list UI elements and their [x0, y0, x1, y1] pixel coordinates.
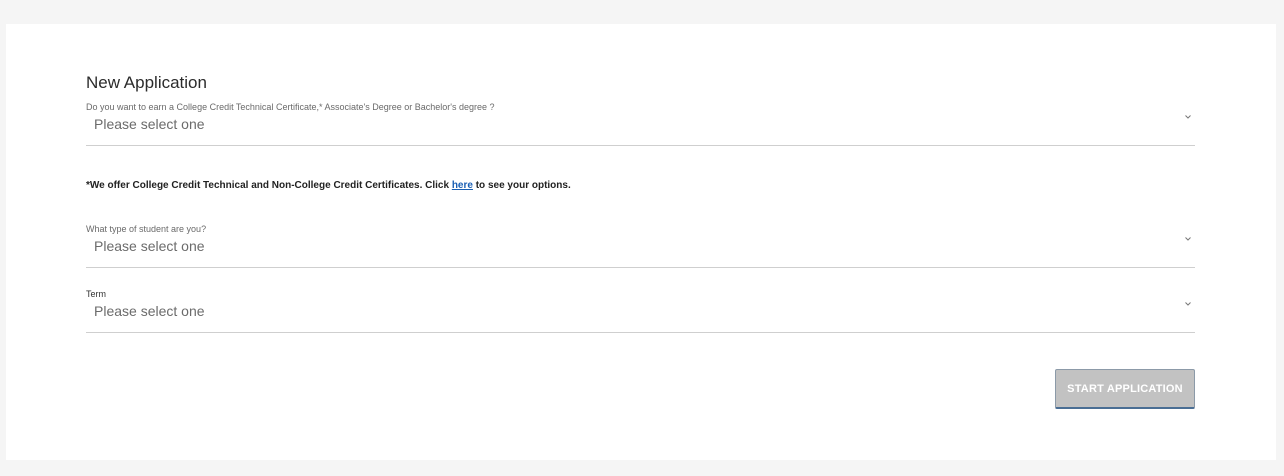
certificate-note-text: *We offer College Credit Technical and N…	[86, 180, 452, 191]
term-value: Please select one	[94, 303, 205, 319]
term-label: Term	[86, 289, 106, 299]
page-title: New Application	[86, 73, 207, 92]
chevron-down-icon[interactable]	[1184, 300, 1192, 308]
certificate-note: *We offer College Credit Technical and N…	[86, 180, 571, 191]
student-type-value: Please select one	[94, 238, 205, 254]
degree-type-value: Please select one	[94, 116, 205, 132]
here-link[interactable]: here	[452, 180, 473, 191]
chevron-down-icon[interactable]	[1184, 235, 1192, 243]
term-select[interactable]: Term Please select one	[86, 289, 1195, 333]
certificate-note-text-end: to see your options.	[472, 180, 571, 191]
start-application-button[interactable]: START APPLICATION	[1055, 369, 1195, 409]
degree-type-select[interactable]: Do you want to earn a College Credit Tec…	[86, 102, 1195, 146]
degree-type-label: Do you want to earn a College Credit Tec…	[86, 102, 495, 112]
student-type-label: What type of student are you?	[86, 224, 207, 234]
application-card: New Application Do you want to earn a Co…	[6, 24, 1276, 460]
chevron-down-icon[interactable]	[1184, 113, 1192, 121]
student-type-select[interactable]: What type of student are you? Please sel…	[86, 224, 1195, 268]
